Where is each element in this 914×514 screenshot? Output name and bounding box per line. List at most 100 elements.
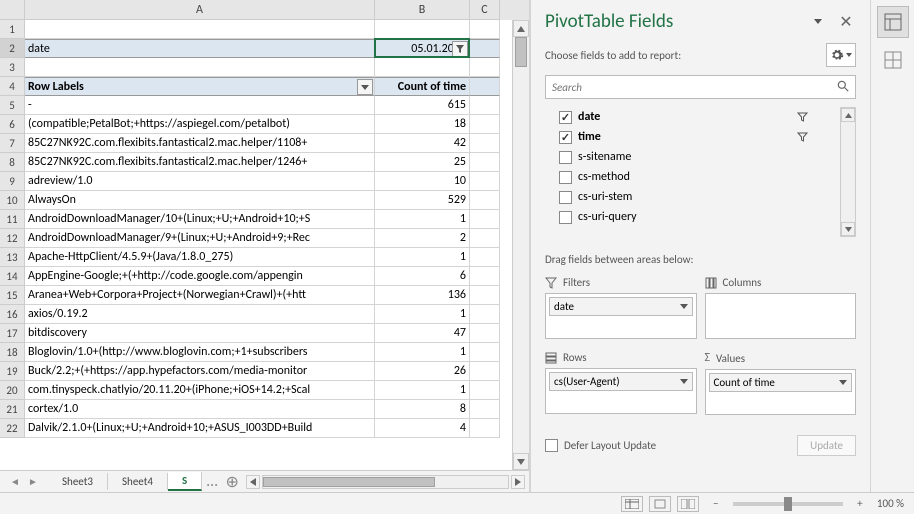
update-button[interactable]: Update	[797, 435, 856, 456]
filters-area[interactable]: Filters date	[545, 272, 697, 339]
tab-nav-next[interactable]: ►	[28, 476, 38, 488]
normal-view-icon[interactable]	[621, 496, 643, 512]
row-header[interactable]: 13	[0, 248, 25, 267]
hscroll-right[interactable]	[511, 475, 525, 489]
tab-more[interactable]: …	[202, 472, 222, 491]
search-input[interactable]	[545, 75, 856, 99]
row-header[interactable]: 22	[0, 419, 25, 438]
field-checkbox[interactable]	[559, 191, 572, 204]
cell[interactable]: Apache-HttpClient/4.5.9+(Java/1.8.0_275)	[25, 248, 375, 267]
rail-fieldlist-icon[interactable]	[877, 6, 909, 38]
cell[interactable]: 2	[375, 229, 470, 248]
zoom-level[interactable]: 100 %	[877, 497, 904, 510]
row-header[interactable]: 21	[0, 400, 25, 419]
rows-area[interactable]: Rows cs(User-Agent)	[545, 347, 697, 415]
row-header[interactable]: 6	[0, 115, 25, 134]
cell[interactable]	[470, 343, 500, 362]
cell[interactable]	[470, 286, 500, 305]
row-header[interactable]: 2	[0, 39, 25, 58]
cell[interactable]	[25, 20, 375, 39]
field-row[interactable]: cs-uri-query	[559, 207, 826, 227]
field-checkbox[interactable]	[559, 151, 572, 164]
filter-dropdown-icon[interactable]	[452, 41, 468, 57]
row-header[interactable]: 20	[0, 381, 25, 400]
cell[interactable]: 4	[375, 419, 470, 438]
cell[interactable]: 529	[375, 191, 470, 210]
zoom-handle[interactable]	[784, 497, 792, 511]
cell[interactable]: 10	[375, 172, 470, 191]
cell[interactable]	[470, 305, 500, 324]
cell[interactable]: 05.01.2021	[375, 39, 470, 58]
cell[interactable]: AndroidDownloadManager/10+(Linux;+U;+And…	[25, 210, 375, 229]
field-row[interactable]: cs-uri-stem	[559, 187, 826, 207]
cell[interactable]	[470, 191, 500, 210]
cell[interactable]: 18	[375, 115, 470, 134]
cell[interactable]	[470, 39, 500, 58]
hscroll-left[interactable]	[246, 475, 260, 489]
cell[interactable]	[470, 96, 500, 115]
row-header[interactable]: 18	[0, 343, 25, 362]
cell[interactable]	[470, 172, 500, 191]
cell[interactable]	[470, 362, 500, 381]
page-layout-view-icon[interactable]	[649, 496, 671, 512]
row-header[interactable]: 17	[0, 324, 25, 343]
columns-area[interactable]: Columns	[705, 272, 857, 339]
tab-nav-prev[interactable]: ◄	[10, 476, 20, 488]
field-row[interactable]: date	[559, 107, 826, 127]
cell[interactable]: AlwaysOn	[25, 191, 375, 210]
zoom-slider[interactable]	[733, 502, 843, 506]
cell[interactable]: Dalvik/2.1.0+(Linux;+U;+Android+10;+ASUS…	[25, 419, 375, 438]
cell[interactable]: 1	[375, 343, 470, 362]
cell[interactable]	[470, 248, 500, 267]
cell[interactable]: 6	[375, 267, 470, 286]
cell[interactable]: 1	[375, 210, 470, 229]
cell[interactable]: 615	[375, 96, 470, 115]
cell[interactable]: (compatible;PetalBot;+https://aspiegel.c…	[25, 115, 375, 134]
cell[interactable]: 136	[375, 286, 470, 305]
cell[interactable]: 26	[375, 362, 470, 381]
row-header[interactable]: 9	[0, 172, 25, 191]
cell[interactable]: Bloglovin/1.0+(http://www.bloglovin.com;…	[25, 343, 375, 362]
values-area[interactable]: ΣValues Count of time	[705, 347, 857, 415]
cell[interactable]	[470, 419, 500, 438]
cell[interactable]: cortex/1.0	[25, 400, 375, 419]
field-row[interactable]: s-sitename	[559, 147, 826, 167]
zoom-in-button[interactable]: +	[853, 497, 867, 510]
page-break-view-icon[interactable]	[677, 496, 699, 512]
field-checkbox[interactable]	[559, 211, 572, 224]
cell[interactable]: 85C27NK92C.com.flexibits.fantastical2.ma…	[25, 134, 375, 153]
sheet-tab[interactable]: Sheet3	[48, 473, 108, 490]
cell[interactable]	[470, 20, 500, 39]
cell[interactable]	[470, 77, 500, 96]
cell[interactable]: Buck/2.2;+(+https://app.hypefactors.com/…	[25, 362, 375, 381]
cell[interactable]: adreview/1.0	[25, 172, 375, 191]
cell[interactable]	[470, 115, 500, 134]
row-header[interactable]: 8	[0, 153, 25, 172]
col-header-b[interactable]: B	[375, 0, 470, 20]
cell[interactable]	[470, 381, 500, 400]
cell[interactable]	[470, 324, 500, 343]
cell[interactable]: 42	[375, 134, 470, 153]
field-checkbox[interactable]	[559, 171, 572, 184]
col-header-c[interactable]: C	[470, 0, 500, 20]
vertical-scrollbar[interactable]	[512, 20, 529, 470]
cell[interactable]: 8	[375, 400, 470, 419]
cell[interactable]: bitdiscovery	[25, 324, 375, 343]
row-header[interactable]: 14	[0, 267, 25, 286]
cell[interactable]	[375, 58, 470, 77]
sheet-tab[interactable]: Sheet4	[108, 473, 168, 490]
cell[interactable]	[470, 229, 500, 248]
row-header[interactable]: 15	[0, 286, 25, 305]
row-header[interactable]: 4	[0, 77, 25, 96]
row-header[interactable]: 11	[0, 210, 25, 229]
cell[interactable]: Aranea+Web+Corpora+Project+(Norwegian+Cr…	[25, 286, 375, 305]
cell[interactable]	[375, 20, 470, 39]
row-header[interactable]: 3	[0, 58, 25, 77]
row-header[interactable]: 1	[0, 20, 25, 39]
cell[interactable]	[470, 267, 500, 286]
gear-icon[interactable]	[826, 43, 856, 67]
cell[interactable]: 1	[375, 248, 470, 267]
area-item[interactable]: Count of time	[709, 373, 853, 392]
row-header[interactable]: 12	[0, 229, 25, 248]
cell[interactable]	[470, 58, 500, 77]
